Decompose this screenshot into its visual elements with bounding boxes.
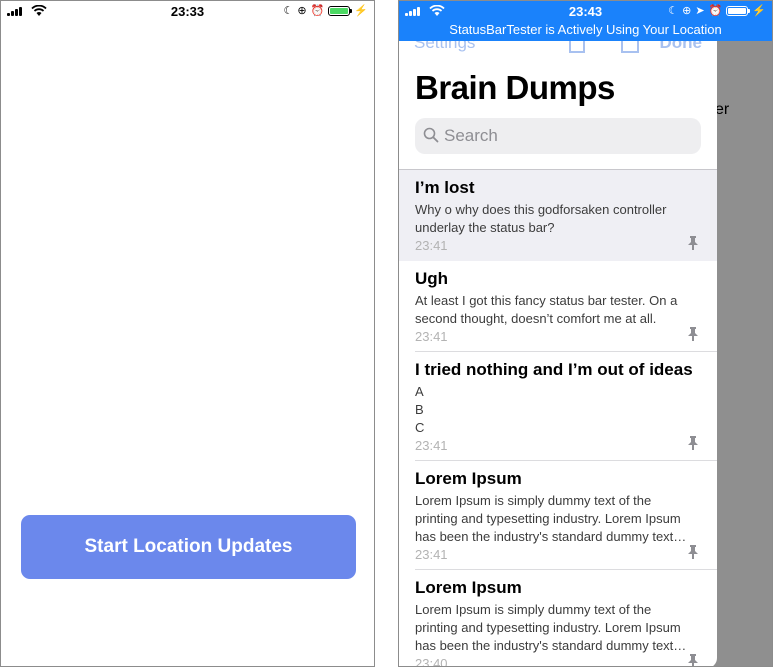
location-in-use-banner[interactable]: StatusBarTester is Actively Using Your L… [399,21,772,41]
search-placeholder: Search [444,126,498,145]
moon-icon: ☾ [668,5,679,17]
list-item[interactable]: I tried nothing and I’m out of ideas A B… [399,352,717,461]
battery-icon [726,5,751,16]
status-right-icons: ☾ ⊕ ⏰ ⚡ [284,4,369,17]
note-title: Lorem Ipsum [415,469,522,488]
rotation-lock-icon: ⊕ [682,5,692,17]
note-title: I’m lost [415,178,475,197]
status-right-icons: ☾ ⊕ ➤ ⏰ ⚡ [668,4,766,17]
battery-icon [328,5,353,16]
background-text-fragment: er [715,101,730,118]
note-title: I tried nothing and I’m out of ideas [415,360,693,379]
note-preview: A B C [415,384,425,435]
done-button[interactable]: Done [660,41,703,53]
note-title: Ugh [415,269,449,288]
search-field[interactable]: Search [415,118,701,154]
trash-icon[interactable] [569,41,585,53]
rotation-lock-icon: ⊕ [297,5,307,17]
navigation-bar: Settings Done [399,41,717,61]
charging-icon: ⚡ [752,5,766,17]
note-time: 23:41 [415,238,448,253]
note-time: 23:40 [415,656,448,667]
note-title: Lorem Ipsum [415,578,522,597]
start-location-updates-button[interactable]: Start Location Updates [21,515,356,579]
right-phone-screen: er 23:43 ☾ ⊕ ➤ ⏰ ⚡ StatusBarTester is Ac… [398,0,773,667]
settings-button[interactable]: Settings [414,41,475,53]
note-time: 23:41 [415,438,448,453]
pin-icon[interactable] [687,236,699,250]
notes-list: I’m lost Why o why does this godforsaken… [399,170,717,667]
location-arrow-icon: ➤ [695,5,705,17]
pin-icon[interactable] [687,545,699,559]
alarm-icon: ⏰ [708,5,723,17]
note-time: 23:41 [415,329,448,344]
moon-icon: ☾ [283,5,294,17]
pin-icon[interactable] [687,436,699,450]
compose-icon[interactable] [621,41,639,53]
list-item[interactable]: Lorem Ipsum Lorem Ipsum is simply dummy … [399,570,717,667]
pin-icon[interactable] [687,654,699,667]
note-preview: Why o why does this godforsaken controll… [415,202,667,235]
note-preview: At least I got this fancy status bar tes… [415,293,678,326]
notes-sheet: Settings Done Brain Dumps Search I’m los… [399,41,717,667]
alarm-icon: ⏰ [310,5,325,17]
list-item[interactable]: Ugh At least I got this fancy status bar… [399,261,717,352]
list-item[interactable]: I’m lost Why o why does this godforsaken… [399,170,717,261]
pin-icon[interactable] [687,327,699,341]
list-item[interactable]: Lorem Ipsum Lorem Ipsum is simply dummy … [399,461,717,570]
note-time: 23:41 [415,547,448,562]
charging-icon: ⚡ [354,5,368,17]
note-preview: Lorem Ipsum is simply dummy text of the … [415,493,687,544]
status-bar: 23:33 ☾ ⊕ ⏰ ⚡ [1,1,374,21]
search-icon [423,127,439,143]
status-bar: 23:43 ☾ ⊕ ➤ ⏰ ⚡ [399,1,772,21]
page-title: Brain Dumps [415,69,615,106]
note-preview: Lorem Ipsum is simply dummy text of the … [415,602,687,653]
left-phone-screen: 23:33 ☾ ⊕ ⏰ ⚡ Start Location Updates [0,0,375,667]
